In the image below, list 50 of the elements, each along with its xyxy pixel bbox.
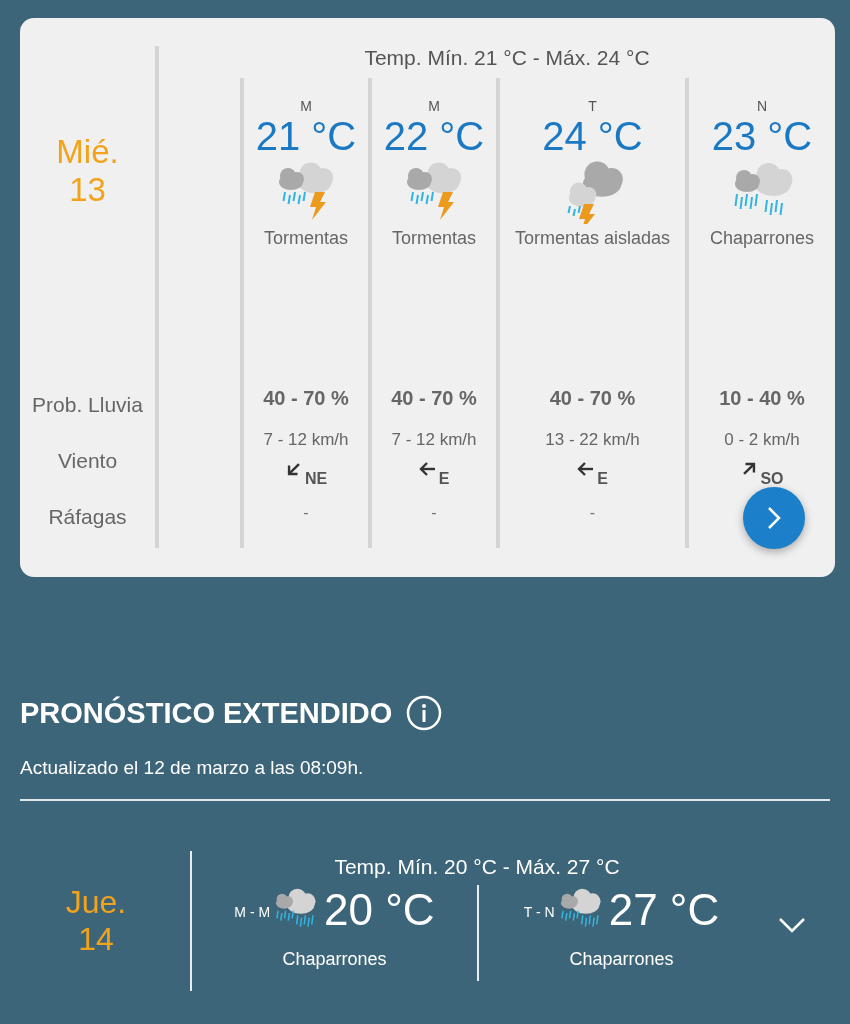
updated-text: Actualizado el 12 de marzo a las 08:09h. — [20, 757, 365, 779]
temperature: 22 °C — [383, 114, 485, 158]
condition-label: Chaparrones — [709, 228, 815, 249]
temperature-range: Temp. Mín. 21 °C - Máx. 24 °C — [363, 46, 651, 71]
wind-direction: E — [438, 470, 450, 488]
wind-speed: 7 - 12 km/h — [391, 430, 477, 450]
gust-value: - — [431, 504, 437, 522]
temperature: 20 °C — [324, 885, 435, 935]
period-label: T - N — [523, 904, 555, 920]
section-title: PRONÓSTICO EXTENDIDO — [20, 696, 393, 730]
chevron-icon — [778, 916, 806, 933]
wind-speed: 13 - 22 km/h — [545, 430, 640, 450]
condition-label: Tormentas aisladas — [514, 228, 671, 249]
rain-probability: 40 - 70 % — [263, 387, 349, 410]
wind-direction: SO — [760, 470, 784, 488]
temperature: 23 °C — [711, 114, 813, 158]
row-label: Prob. Lluvia — [32, 393, 143, 416]
condition-label: Tormentas — [391, 228, 476, 249]
next-button[interactable] — [743, 487, 805, 549]
period-label: M — [300, 98, 312, 114]
chevron-right-icon — [766, 505, 782, 531]
temperature-range: Temp. Mín. 20 °C - Máx. 27 °C — [333, 855, 621, 879]
wind-direction: NE — [304, 470, 328, 488]
condition-label: Chaparrones — [569, 949, 674, 970]
gust-value: - — [303, 504, 309, 522]
info-icon[interactable] — [406, 695, 443, 731]
rain-probability: 40 - 70 % — [391, 387, 477, 410]
condition-label: Chaparrones — [282, 949, 387, 970]
row-label: Viento — [57, 449, 118, 472]
wind-speed: 7 - 12 km/h — [263, 430, 349, 450]
temperature: 27 °C — [608, 885, 720, 935]
period-label: T — [588, 98, 597, 114]
temperature: 24 °C — [542, 114, 643, 158]
rain-probability: 10 - 40 % — [719, 387, 805, 410]
wind-arrow-icon — [418, 460, 437, 478]
day-label: Mié. — [56, 133, 119, 171]
rain-probability: 40 - 70 % — [549, 387, 636, 410]
condition-label: Tormentas — [263, 228, 348, 249]
day-label: Jue. — [65, 884, 127, 921]
row-label: Ráfagas — [48, 505, 127, 528]
date-label: 14 — [78, 921, 114, 958]
wind-direction: E — [597, 470, 608, 488]
period-label: M - M — [234, 904, 271, 920]
temperature: 21 °C — [255, 114, 357, 158]
period-label: N — [756, 98, 768, 114]
wind-arrow-icon — [577, 460, 596, 478]
gust-value: - — [589, 504, 596, 522]
date-label: 13 — [69, 171, 106, 209]
period-label: M — [428, 98, 440, 114]
wind-speed: 0 - 2 km/h — [724, 430, 800, 450]
